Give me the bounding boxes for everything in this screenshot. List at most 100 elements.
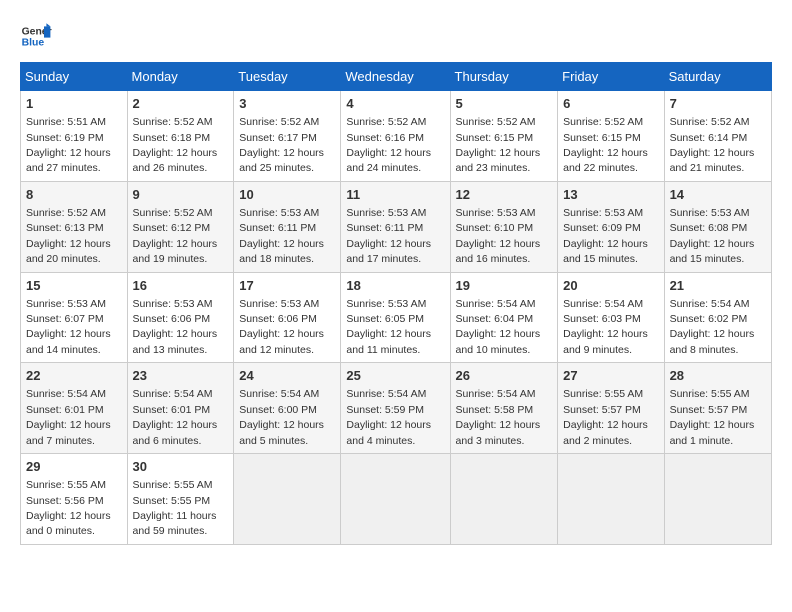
day-number: 4 xyxy=(346,95,444,113)
day-number: 23 xyxy=(133,367,229,385)
calendar-table: SundayMondayTuesdayWednesdayThursdayFrid… xyxy=(20,62,772,545)
calendar-week-row: 29 Sunrise: 5:55 AM Sunset: 5:56 PM Dayli… xyxy=(21,454,772,545)
day-number: 12 xyxy=(456,186,553,204)
day-number: 17 xyxy=(239,277,335,295)
calendar-day: 20Sunrise: 5:54 AM Sunset: 6:03 PM Dayli… xyxy=(558,272,664,363)
svg-text:Blue: Blue xyxy=(22,38,45,49)
calendar-week-row: 1 Sunrise: 5:51 AM Sunset: 6:19 PM Daylig… xyxy=(21,91,772,182)
day-info: Sunrise: 5:52 AM Sunset: 6:15 PM Dayligh… xyxy=(563,116,648,174)
day-info: Sunrise: 5:53 AM Sunset: 6:07 PM Dayligh… xyxy=(26,298,111,356)
calendar-day: 23 Sunrise: 5:54 AM Sunset: 6:01 PM Dayli… xyxy=(127,363,234,454)
calendar-day: 26 Sunrise: 5:54 AM Sunset: 5:58 PM Dayli… xyxy=(450,363,558,454)
calendar-day: 24Sunrise: 5:54 AM Sunset: 6:00 PM Dayli… xyxy=(234,363,341,454)
calendar-day: 13 Sunrise: 5:53 AM Sunset: 6:09 PM Dayli… xyxy=(558,181,664,272)
calendar-empty xyxy=(450,454,558,545)
day-info: Sunrise: 5:54 AM Sunset: 6:04 PM Dayligh… xyxy=(456,298,541,356)
calendar-day: 30 Sunrise: 5:55 AM Sunset: 5:55 PM Dayli… xyxy=(127,454,234,545)
day-info: Sunrise: 5:54 AM Sunset: 6:01 PM Dayligh… xyxy=(133,388,218,446)
day-number: 16 xyxy=(133,277,229,295)
day-number: 9 xyxy=(133,186,229,204)
day-number: 24 xyxy=(239,367,335,385)
calendar-day: 10 Sunrise: 5:53 AM Sunset: 6:11 PM Dayli… xyxy=(234,181,341,272)
calendar-day: 18Sunrise: 5:53 AM Sunset: 6:05 PM Dayli… xyxy=(341,272,450,363)
day-info: Sunrise: 5:52 AM Sunset: 6:16 PM Dayligh… xyxy=(346,116,431,174)
weekday-header: Wednesday xyxy=(341,63,450,91)
calendar-week-row: 22 Sunrise: 5:54 AM Sunset: 6:01 PM Dayli… xyxy=(21,363,772,454)
calendar-day: 7 Sunrise: 5:52 AM Sunset: 6:14 PM Daylig… xyxy=(664,91,771,182)
day-info: Sunrise: 5:53 AM Sunset: 6:08 PM Dayligh… xyxy=(670,207,755,265)
weekday-header: Monday xyxy=(127,63,234,91)
calendar-day: 5 Sunrise: 5:52 AM Sunset: 6:15 PM Daylig… xyxy=(450,91,558,182)
calendar-header-row: SundayMondayTuesdayWednesdayThursdayFrid… xyxy=(21,63,772,91)
day-number: 7 xyxy=(670,95,766,113)
logo-icon: General Blue xyxy=(20,20,52,52)
day-info: Sunrise: 5:55 AM Sunset: 5:57 PM Dayligh… xyxy=(563,388,648,446)
day-number: 22 xyxy=(26,367,122,385)
calendar-day: 14Sunrise: 5:53 AM Sunset: 6:08 PM Dayli… xyxy=(664,181,771,272)
calendar-empty xyxy=(558,454,664,545)
calendar-empty xyxy=(234,454,341,545)
day-number: 19 xyxy=(456,277,553,295)
day-number: 10 xyxy=(239,186,335,204)
day-number: 26 xyxy=(456,367,553,385)
weekday-header: Sunday xyxy=(21,63,128,91)
calendar-empty xyxy=(341,454,450,545)
day-info: Sunrise: 5:53 AM Sunset: 6:10 PM Dayligh… xyxy=(456,207,541,265)
calendar-day: 21Sunrise: 5:54 AM Sunset: 6:02 PM Dayli… xyxy=(664,272,771,363)
calendar-day: 15 Sunrise: 5:53 AM Sunset: 6:07 PM Dayli… xyxy=(21,272,128,363)
day-info: Sunrise: 5:51 AM Sunset: 6:19 PM Dayligh… xyxy=(26,116,111,174)
day-number: 2 xyxy=(133,95,229,113)
weekday-header: Friday xyxy=(558,63,664,91)
day-number: 11 xyxy=(346,186,444,204)
day-info: Sunrise: 5:53 AM Sunset: 6:11 PM Dayligh… xyxy=(346,207,431,265)
calendar-day: 12 Sunrise: 5:53 AM Sunset: 6:10 PM Dayli… xyxy=(450,181,558,272)
day-number: 27 xyxy=(563,367,658,385)
calendar-day: 27 Sunrise: 5:55 AM Sunset: 5:57 PM Dayli… xyxy=(558,363,664,454)
day-number: 29 xyxy=(26,458,122,476)
calendar-week-row: 15 Sunrise: 5:53 AM Sunset: 6:07 PM Dayli… xyxy=(21,272,772,363)
weekday-header: Thursday xyxy=(450,63,558,91)
weekday-header: Saturday xyxy=(664,63,771,91)
day-info: Sunrise: 5:54 AM Sunset: 5:58 PM Dayligh… xyxy=(456,388,541,446)
calendar-day: 1 Sunrise: 5:51 AM Sunset: 6:19 PM Daylig… xyxy=(21,91,128,182)
day-number: 5 xyxy=(456,95,553,113)
day-info: Sunrise: 5:55 AM Sunset: 5:56 PM Dayligh… xyxy=(26,479,111,537)
day-info: Sunrise: 5:55 AM Sunset: 5:57 PM Dayligh… xyxy=(670,388,755,446)
day-info: Sunrise: 5:54 AM Sunset: 6:02 PM Dayligh… xyxy=(670,298,755,356)
day-info: Sunrise: 5:53 AM Sunset: 6:09 PM Dayligh… xyxy=(563,207,648,265)
calendar-day: 16 Sunrise: 5:53 AM Sunset: 6:06 PM Dayli… xyxy=(127,272,234,363)
calendar-day: 22Sunrise: 5:54 AM Sunset: 6:01 PM Dayli… xyxy=(21,363,128,454)
calendar-day: 4 Sunrise: 5:52 AM Sunset: 6:16 PM Daylig… xyxy=(341,91,450,182)
calendar-day: 29 Sunrise: 5:55 AM Sunset: 5:56 PM Dayli… xyxy=(21,454,128,545)
calendar-day: 6 Sunrise: 5:52 AM Sunset: 6:15 PM Daylig… xyxy=(558,91,664,182)
day-info: Sunrise: 5:52 AM Sunset: 6:14 PM Dayligh… xyxy=(670,116,755,174)
day-info: Sunrise: 5:55 AM Sunset: 5:55 PM Dayligh… xyxy=(133,479,217,537)
day-info: Sunrise: 5:53 AM Sunset: 6:06 PM Dayligh… xyxy=(239,298,324,356)
day-number: 1 xyxy=(26,95,122,113)
day-info: Sunrise: 5:52 AM Sunset: 6:18 PM Dayligh… xyxy=(133,116,218,174)
calendar-day: 25Sunrise: 5:54 AM Sunset: 5:59 PM Dayli… xyxy=(341,363,450,454)
day-info: Sunrise: 5:53 AM Sunset: 6:05 PM Dayligh… xyxy=(346,298,431,356)
calendar-day: 11 Sunrise: 5:53 AM Sunset: 6:11 PM Dayli… xyxy=(341,181,450,272)
page-header: General Blue xyxy=(20,20,772,52)
day-info: Sunrise: 5:53 AM Sunset: 6:06 PM Dayligh… xyxy=(133,298,218,356)
day-info: Sunrise: 5:52 AM Sunset: 6:12 PM Dayligh… xyxy=(133,207,218,265)
calendar-day: 28 Sunrise: 5:55 AM Sunset: 5:57 PM Dayli… xyxy=(664,363,771,454)
day-info: Sunrise: 5:53 AM Sunset: 6:11 PM Dayligh… xyxy=(239,207,324,265)
calendar-week-row: 8Sunrise: 5:52 AM Sunset: 6:13 PM Daylig… xyxy=(21,181,772,272)
calendar-body: 1 Sunrise: 5:51 AM Sunset: 6:19 PM Daylig… xyxy=(21,91,772,545)
calendar-day: 8Sunrise: 5:52 AM Sunset: 6:13 PM Daylig… xyxy=(21,181,128,272)
day-number: 3 xyxy=(239,95,335,113)
day-number: 13 xyxy=(563,186,658,204)
day-number: 28 xyxy=(670,367,766,385)
day-number: 6 xyxy=(563,95,658,113)
day-number: 30 xyxy=(133,458,229,476)
calendar-day: 17 Sunrise: 5:53 AM Sunset: 6:06 PM Dayli… xyxy=(234,272,341,363)
day-number: 15 xyxy=(26,277,122,295)
day-number: 20 xyxy=(563,277,658,295)
day-number: 25 xyxy=(346,367,444,385)
logo: General Blue xyxy=(20,20,52,52)
calendar-day: 2 Sunrise: 5:52 AM Sunset: 6:18 PM Daylig… xyxy=(127,91,234,182)
calendar-empty xyxy=(664,454,771,545)
day-info: Sunrise: 5:52 AM Sunset: 6:15 PM Dayligh… xyxy=(456,116,541,174)
